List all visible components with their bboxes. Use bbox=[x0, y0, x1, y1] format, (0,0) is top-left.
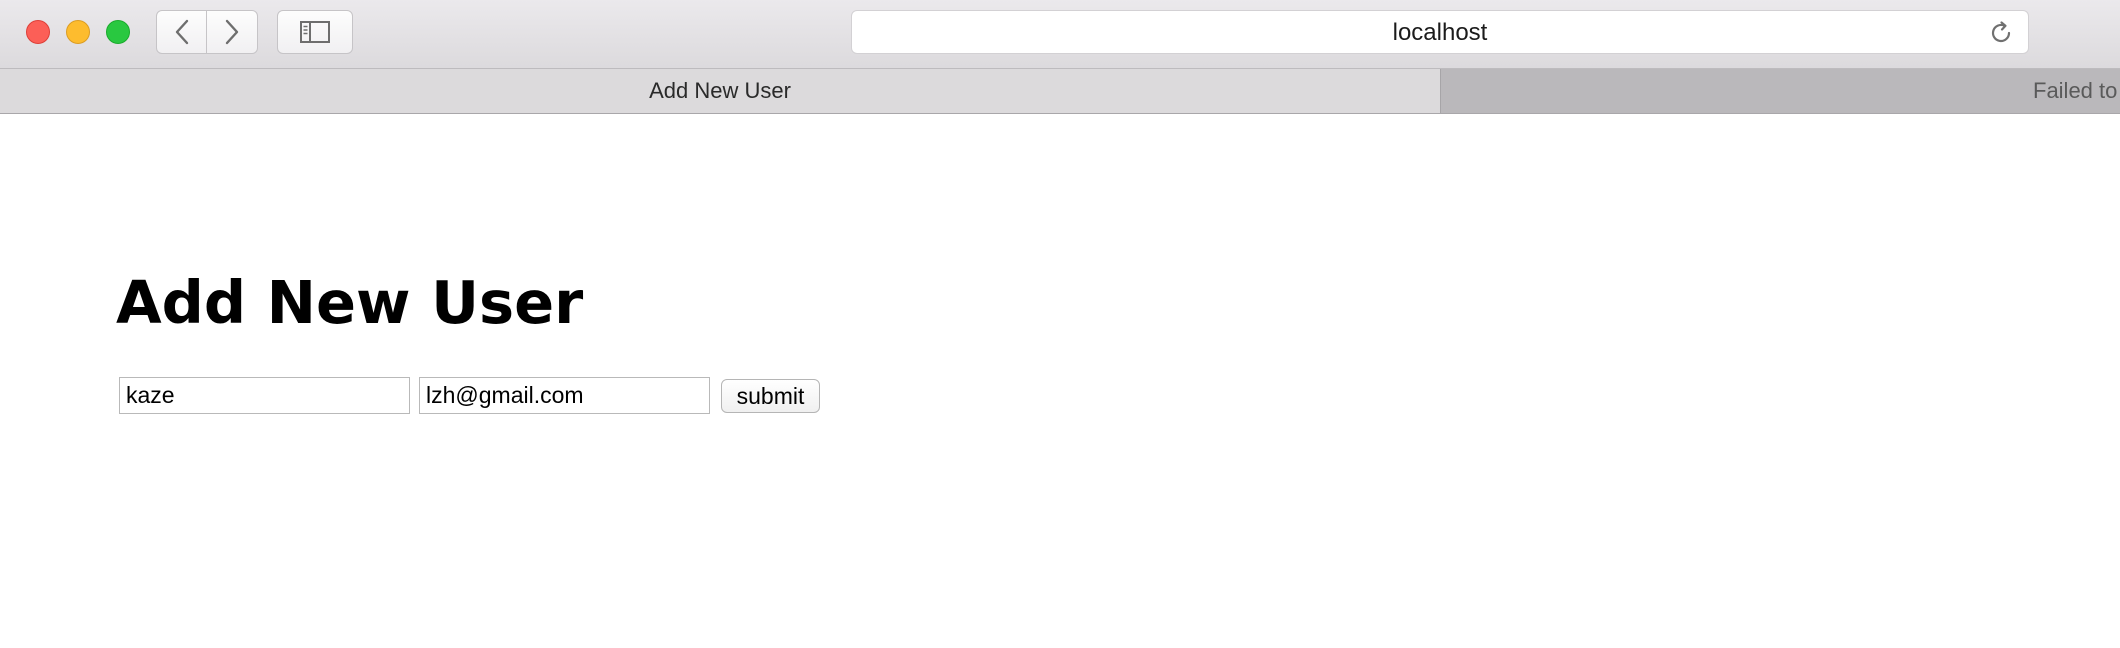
email-input[interactable] bbox=[419, 377, 710, 414]
chevron-left-icon bbox=[175, 19, 188, 45]
chevron-right-icon bbox=[225, 19, 239, 45]
tab-failed[interactable]: Failed to bbox=[1440, 69, 2120, 113]
navigation-buttons bbox=[156, 10, 258, 54]
tab-add-new-user[interactable]: Add New User bbox=[0, 69, 1440, 113]
browser-toolbar: localhost bbox=[0, 0, 2120, 68]
minimize-window-button[interactable] bbox=[66, 20, 90, 44]
tab-bar: Add New User Failed to bbox=[0, 68, 2120, 114]
sidebar-icon bbox=[300, 21, 330, 43]
reload-icon[interactable] bbox=[1988, 20, 2014, 46]
name-input[interactable] bbox=[119, 377, 410, 414]
address-bar-url: localhost bbox=[1392, 19, 1488, 46]
browser-window: localhost Add New User Failed to Add New… bbox=[0, 0, 2120, 648]
address-bar[interactable]: localhost bbox=[851, 10, 2029, 54]
close-window-button[interactable] bbox=[26, 20, 50, 44]
back-button[interactable] bbox=[156, 10, 207, 54]
submit-button[interactable]: submit bbox=[721, 379, 820, 413]
maximize-window-button[interactable] bbox=[106, 20, 130, 44]
tab-label: Failed to bbox=[2033, 78, 2118, 103]
page-title: Add New User bbox=[116, 268, 584, 337]
sidebar-toggle-button[interactable] bbox=[277, 10, 353, 54]
forward-button[interactable] bbox=[207, 10, 258, 54]
